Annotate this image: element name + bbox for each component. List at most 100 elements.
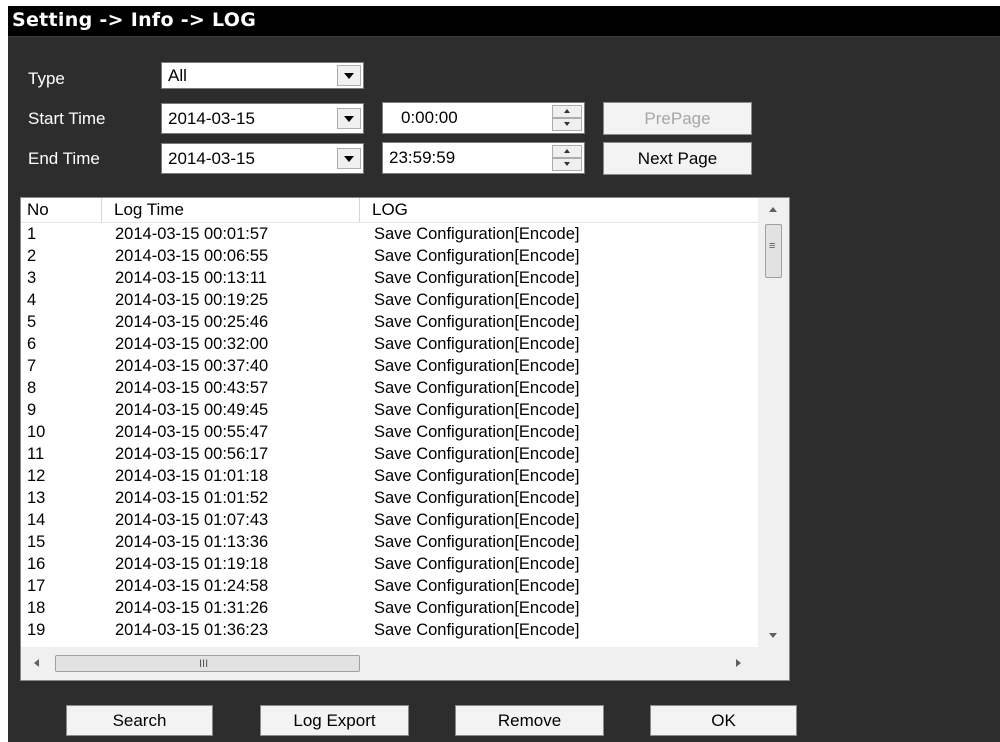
row-log-time: 2014-03-15 01:13:36 <box>115 533 269 551</box>
type-label: Type <box>28 69 65 88</box>
table-row[interactable]: 15 2014-03-15 01:13:36 Save Configuration[… <box>21 531 758 553</box>
window-title: Setting -> Info -> LOG <box>12 9 257 31</box>
row-no: 1 <box>27 225 37 243</box>
row-log: Save Configuration[Encode] <box>374 269 580 287</box>
spin-down-icon[interactable] <box>552 158 582 171</box>
row-no: 4 <box>27 291 37 309</box>
row-no: 17 <box>27 577 46 595</box>
row-log-time: 2014-03-15 01:01:18 <box>115 467 269 485</box>
table-row[interactable]: 4 2014-03-15 00:19:25 Save Configuration[E… <box>21 289 758 311</box>
table-row[interactable]: 18 2014-03-15 01:31:26 Save Configuration[… <box>21 597 758 619</box>
row-no: 16 <box>27 555 46 573</box>
scroll-right-icon[interactable] <box>736 659 741 667</box>
spin-up-icon[interactable] <box>552 145 582 158</box>
start-date-select[interactable]: 2014-03-15 <box>161 103 364 134</box>
vertical-scrollbar[interactable]: ≡ <box>758 198 789 647</box>
type-select[interactable]: All <box>161 62 364 89</box>
row-log: Save Configuration[Encode] <box>374 555 580 573</box>
chevron-down-icon[interactable] <box>337 65 361 86</box>
row-log: Save Configuration[Encode] <box>374 445 580 463</box>
row-log-time: 2014-03-15 00:55:47 <box>115 423 269 441</box>
table-row[interactable]: 14 2014-03-15 01:07:43 Save Configuration[… <box>21 509 758 531</box>
chevron-down-icon[interactable] <box>337 108 361 129</box>
row-log-time: 2014-03-15 00:56:17 <box>115 445 269 463</box>
column-header-no[interactable]: No <box>21 198 102 222</box>
row-log-time: 2014-03-15 00:25:46 <box>115 313 269 331</box>
log-list[interactable]: No Log Time LOG 1 2014-03-15 00:01:57 Save… <box>20 197 790 681</box>
row-log-time: 2014-03-15 00:37:40 <box>115 357 269 375</box>
row-log-time: 2014-03-15 00:19:25 <box>115 291 269 309</box>
row-log-time: 2014-03-15 01:36:23 <box>115 621 269 639</box>
table-row[interactable]: 7 2014-03-15 00:37:40 Save Configuration[E… <box>21 355 758 377</box>
horizontal-scroll-thumb[interactable]: III <box>55 655 360 672</box>
table-row[interactable]: 6 2014-03-15 00:32:00 Save Configuration[E… <box>21 333 758 355</box>
row-log: Save Configuration[Encode] <box>374 511 580 529</box>
row-no: 10 <box>27 423 46 441</box>
table-row[interactable]: 11 2014-03-15 00:56:17 Save Configuration[… <box>21 443 758 465</box>
row-no: 7 <box>27 357 37 375</box>
row-log: Save Configuration[Encode] <box>374 225 580 243</box>
table-row[interactable]: 19 2014-03-15 01:36:23 Save Configuration[… <box>21 619 758 641</box>
table-row[interactable]: 2 2014-03-15 00:06:55 Save Configuration[E… <box>21 245 758 267</box>
table-row[interactable]: 17 2014-03-15 01:24:58 Save Configuration[… <box>21 575 758 597</box>
table-row[interactable]: 8 2014-03-15 00:43:57 Save Configuration[E… <box>21 377 758 399</box>
column-header-log-time[interactable]: Log Time <box>102 198 360 222</box>
row-log-time: 2014-03-15 00:13:11 <box>115 269 267 287</box>
row-no: 2 <box>27 247 37 265</box>
end-time-value: 23:59:59 <box>389 148 456 167</box>
table-row[interactable]: 13 2014-03-15 01:01:52 Save Configuration[… <box>21 487 758 509</box>
end-date-select[interactable]: 2014-03-15 <box>161 143 364 174</box>
remove-button[interactable]: Remove <box>455 705 604 736</box>
start-time-spinner[interactable]: 0:00:00 <box>382 102 585 134</box>
row-log: Save Configuration[Encode] <box>374 621 580 639</box>
row-log-time: 2014-03-15 01:07:43 <box>115 511 269 529</box>
prev-page-button[interactable]: PrePage <box>603 102 752 135</box>
row-log: Save Configuration[Encode] <box>374 357 580 375</box>
row-log: Save Configuration[Encode] <box>374 423 580 441</box>
column-header-log[interactable]: LOG <box>360 198 758 222</box>
row-log: Save Configuration[Encode] <box>374 313 580 331</box>
chevron-down-icon[interactable] <box>337 148 361 169</box>
row-log: Save Configuration[Encode] <box>374 533 580 551</box>
row-log-time: 2014-03-15 00:32:00 <box>115 335 269 353</box>
scroll-down-icon[interactable] <box>769 633 777 638</box>
end-time-spinner[interactable]: 23:59:59 <box>382 142 585 174</box>
row-no: 9 <box>27 401 37 419</box>
row-no: 8 <box>27 379 37 397</box>
row-log-time: 2014-03-15 00:06:55 <box>115 247 269 265</box>
horizontal-scrollbar[interactable]: III <box>21 647 758 680</box>
search-button[interactable]: Search <box>66 705 213 736</box>
list-rows: 1 2014-03-15 00:01:57 Save Configuration[E… <box>21 223 758 647</box>
table-row[interactable]: 9 2014-03-15 00:49:45 Save Configuration[E… <box>21 399 758 421</box>
vertical-scroll-thumb[interactable]: ≡ <box>765 224 782 278</box>
row-log-time: 2014-03-15 00:01:57 <box>115 225 269 243</box>
row-no: 11 <box>27 445 45 463</box>
row-log-time: 2014-03-15 00:49:45 <box>115 401 269 419</box>
ok-button[interactable]: OK <box>650 705 797 736</box>
table-row[interactable]: 1 2014-03-15 00:01:57 Save Configuration[E… <box>21 223 758 245</box>
table-row[interactable]: 16 2014-03-15 01:19:18 Save Configuration[… <box>21 553 758 575</box>
row-no: 19 <box>27 621 46 639</box>
row-no: 18 <box>27 599 46 617</box>
grip-icon: III <box>199 658 209 670</box>
row-log-time: 2014-03-15 00:43:57 <box>115 379 269 397</box>
grip-icon: ≡ <box>769 240 776 252</box>
row-no: 3 <box>27 269 37 287</box>
row-log: Save Configuration[Encode] <box>374 335 580 353</box>
row-log-time: 2014-03-15 01:01:52 <box>115 489 269 507</box>
next-page-button[interactable]: Next Page <box>603 142 752 175</box>
row-no: 15 <box>27 533 46 551</box>
spin-up-icon[interactable] <box>552 105 582 118</box>
scroll-left-icon[interactable] <box>34 659 39 667</box>
table-row[interactable]: 10 2014-03-15 00:55:47 Save Configuration[… <box>21 421 758 443</box>
list-header: No Log Time LOG <box>21 198 758 223</box>
title-bar: Setting -> Info -> LOG <box>8 6 1000 37</box>
scroll-up-icon[interactable] <box>769 207 777 212</box>
spin-down-icon[interactable] <box>552 118 582 131</box>
table-row[interactable]: 3 2014-03-15 00:13:11 Save Configuration[E… <box>21 267 758 289</box>
row-log: Save Configuration[Encode] <box>374 247 580 265</box>
log-window: Setting -> Info -> LOG Type All Start Ti… <box>8 6 1000 742</box>
log-export-button[interactable]: Log Export <box>260 705 409 736</box>
table-row[interactable]: 5 2014-03-15 00:25:46 Save Configuration[E… <box>21 311 758 333</box>
table-row[interactable]: 12 2014-03-15 01:01:18 Save Configuration[… <box>21 465 758 487</box>
